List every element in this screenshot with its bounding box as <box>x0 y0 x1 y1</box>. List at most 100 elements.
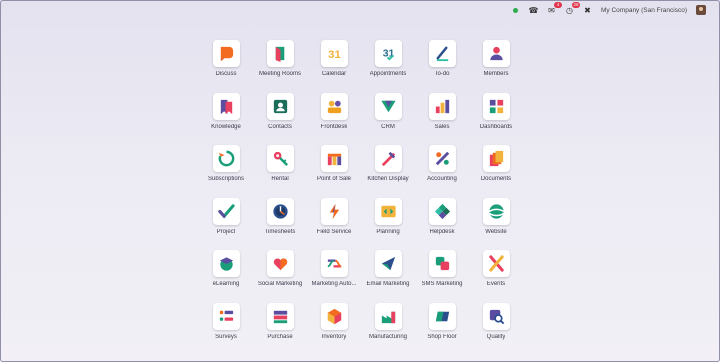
app-label: Purchase <box>267 333 293 340</box>
helpdesk-icon <box>428 197 456 225</box>
app-quality[interactable]: Quality <box>469 302 523 356</box>
app-appointments[interactable]: 31 Appointments <box>361 40 415 93</box>
app-marketing-automation[interactable]: Marketing Auto... <box>307 250 361 303</box>
user-avatar[interactable] <box>696 5 706 15</box>
app-label: Meeting Rooms <box>258 71 302 77</box>
rental-icon <box>266 145 294 172</box>
app-label: Marketing Auto... <box>311 281 357 287</box>
app-label: eLearning <box>212 281 240 287</box>
website-icon <box>482 197 510 225</box>
manufacturing-icon <box>374 302 402 330</box>
app-purchase[interactable]: Purchase <box>253 302 307 356</box>
app-label: Kitchen Display <box>367 176 409 182</box>
app-point-of-sale[interactable]: Point of Sale <box>307 145 361 198</box>
surveys-icon <box>212 302 240 330</box>
tools-icon[interactable]: ✖ <box>583 6 592 15</box>
app-label: Point of Sale <box>316 176 352 182</box>
app-contacts[interactable]: Contacts <box>253 92 307 146</box>
timesheets-icon <box>266 197 294 225</box>
app-inventory[interactable]: Inventory <box>307 302 361 356</box>
calendar-icon: 31 <box>320 40 348 67</box>
messages-badge: 4 <box>554 1 563 8</box>
app-calendar[interactable]: 31 Calendar <box>307 40 361 93</box>
app-members[interactable]: Members <box>469 40 523 93</box>
meeting-rooms-icon <box>266 40 294 67</box>
appointments-icon: 31 <box>374 40 402 67</box>
app-label: Field Service <box>316 228 352 235</box>
app-sales[interactable]: Sales <box>415 92 469 146</box>
marketing-automation-icon <box>320 250 348 277</box>
phone-icon[interactable]: ☎ <box>529 6 539 15</box>
point-of-sale-icon <box>320 145 348 172</box>
app-planning[interactable]: Planning <box>361 197 415 251</box>
app-todo[interactable]: To-do <box>415 40 469 93</box>
contacts-icon <box>266 92 294 120</box>
app-label: Discuss <box>215 71 237 77</box>
app-label: CRM <box>381 123 395 130</box>
app-shop-floor[interactable]: Shop Floor <box>415 302 469 356</box>
app-label: Events <box>486 281 506 287</box>
app-label: Inventory <box>321 333 347 340</box>
app-subscriptions[interactable]: Subscriptions <box>199 145 253 198</box>
knowledge-icon <box>212 92 240 120</box>
app-email-marketing[interactable]: Email Marketing <box>361 250 415 303</box>
app-label: Frontdesk <box>320 123 348 130</box>
app-manufacturing[interactable]: Manufacturing <box>361 302 415 356</box>
elearning-icon <box>212 250 240 277</box>
svg-text:31: 31 <box>328 49 341 61</box>
app-elearning[interactable]: eLearning <box>199 250 253 303</box>
app-surveys[interactable]: Surveys <box>199 302 253 356</box>
app-label: Contacts <box>268 123 292 130</box>
messages-icon[interactable]: ✉ 4 <box>547 1 563 15</box>
company-switcher[interactable]: My Company (San Francisco) <box>601 7 687 14</box>
activity-badge: 26 <box>572 1 581 8</box>
app-dashboards[interactable]: Dashboards <box>469 92 523 146</box>
shop-floor-icon <box>428 302 456 330</box>
accounting-icon <box>428 145 456 172</box>
app-label: Website <box>485 228 507 235</box>
crm-icon <box>374 92 402 120</box>
project-icon <box>212 197 240 225</box>
app-helpdesk[interactable]: Helpdesk <box>415 197 469 251</box>
quality-icon <box>482 302 510 330</box>
app-field-service[interactable]: Field Service <box>307 197 361 251</box>
app-events[interactable]: Events <box>469 250 523 303</box>
app-label: Timesheets <box>264 228 296 235</box>
app-discuss[interactable]: Discuss <box>199 40 253 93</box>
app-social-marketing[interactable]: Social Marketing <box>253 250 307 303</box>
app-crm[interactable]: CRM <box>361 92 415 146</box>
app-label: Calendar <box>321 71 347 77</box>
field-service-icon <box>320 197 348 225</box>
app-label: Surveys <box>215 333 237 340</box>
app-label: Subscriptions <box>207 176 245 182</box>
app-documents[interactable]: Documents <box>469 145 523 198</box>
app-sms-marketing[interactable]: SMS Marketing <box>415 250 469 303</box>
app-frontdesk[interactable]: Frontdesk <box>307 92 361 146</box>
inventory-icon <box>320 302 348 330</box>
app-label: Helpdesk <box>429 228 455 235</box>
app-label: Project <box>216 228 236 235</box>
app-label: Knowledge <box>211 123 241 130</box>
app-label: Manufacturing <box>368 333 408 340</box>
app-meeting-rooms[interactable]: Meeting Rooms <box>253 40 307 93</box>
app-label: Quality <box>486 333 506 340</box>
kitchen-display-icon <box>374 145 402 172</box>
sms-marketing-icon <box>428 250 456 277</box>
app-kitchen-display[interactable]: Kitchen Display <box>361 145 415 198</box>
app-knowledge[interactable]: Knowledge <box>199 92 253 146</box>
app-timesheets[interactable]: Timesheets <box>253 197 307 251</box>
dashboards-icon <box>482 92 510 120</box>
discuss-icon <box>212 40 240 67</box>
app-rental[interactable]: Rental <box>253 145 307 198</box>
app-accounting[interactable]: Accounting <box>415 145 469 198</box>
app-label: SMS Marketing <box>421 281 463 287</box>
app-label: Shop Floor <box>427 333 457 340</box>
activity-clock-icon[interactable]: ◷ 26 <box>565 1 581 15</box>
frontdesk-icon <box>320 92 348 120</box>
app-label: Rental <box>271 176 289 182</box>
app-website[interactable]: Website <box>469 197 523 251</box>
social-marketing-icon <box>266 250 294 277</box>
documents-icon <box>482 145 510 172</box>
app-project[interactable]: Project <box>199 197 253 251</box>
sales-icon <box>428 92 456 120</box>
